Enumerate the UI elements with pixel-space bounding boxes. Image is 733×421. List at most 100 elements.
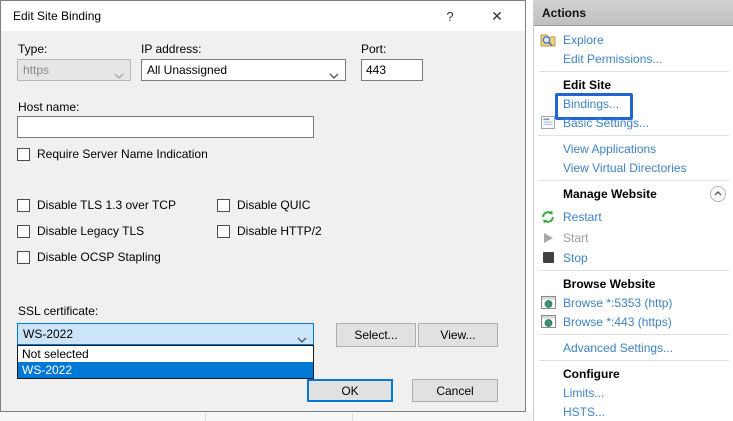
restart-icon <box>540 209 556 225</box>
action-edit-permissions[interactable]: Edit Permissions... <box>534 49 733 68</box>
separator <box>538 180 729 181</box>
ok-button[interactable]: OK <box>307 379 393 402</box>
host-name-input[interactable] <box>17 116 314 138</box>
group-header-label: Configure <box>563 367 620 381</box>
basic-settings-icon <box>540 115 556 131</box>
select-button[interactable]: Select... <box>336 323 416 347</box>
action-view-virtual-directories[interactable]: View Virtual Directories <box>534 158 733 177</box>
disable-http2-checkbox[interactable] <box>217 225 230 238</box>
action-bindings[interactable]: Bindings... <box>534 94 733 113</box>
manage-website-group-header: Manage Website <box>534 184 733 203</box>
disable-quic-label: Disable QUIC <box>237 198 310 212</box>
dropdown-option-ws-2022[interactable]: WS-2022 <box>18 362 313 378</box>
disable-quic-checkbox[interactable] <box>217 199 230 212</box>
browse-website-icon <box>540 295 556 311</box>
type-value: https <box>23 63 49 77</box>
ip-address-value: All Unassigned <box>147 63 227 77</box>
disable-tls13-checkbox[interactable] <box>17 199 30 212</box>
action-label: Limits... <box>563 386 604 400</box>
require-sni-label: Require Server Name Indication <box>37 147 208 161</box>
edit-site-group-header: Edit Site <box>534 75 733 94</box>
ip-address-label: IP address: <box>141 42 201 56</box>
host-name-label: Host name: <box>18 100 79 114</box>
action-restart[interactable]: Restart <box>534 207 733 226</box>
separator <box>538 334 729 335</box>
ssl-certificate-value: WS-2022 <box>23 327 73 341</box>
require-sni-checkbox[interactable] <box>17 148 30 161</box>
actions-panel: Actions Explore Edit Permissions... Edit… <box>533 0 733 421</box>
action-browse-http[interactable]: Browse *:5353 (http) <box>534 293 733 312</box>
cancel-button[interactable]: Cancel <box>412 379 498 402</box>
disable-quic-checkbox-row: Disable QUIC <box>217 198 310 212</box>
start-icon <box>540 230 556 246</box>
action-stop[interactable]: Stop <box>534 248 733 267</box>
background-listview-strip <box>0 412 533 421</box>
action-view-applications[interactable]: View Applications <box>534 139 733 158</box>
action-label: Restart <box>563 210 602 224</box>
chevron-down-icon[interactable] <box>297 332 307 346</box>
collapse-chevron-icon[interactable] <box>710 186 726 202</box>
action-label: Stop <box>563 251 588 265</box>
action-label: HSTS... <box>563 405 605 419</box>
group-header-label: Manage Website <box>563 187 657 201</box>
browse-website-group-header: Browse Website <box>534 274 733 293</box>
close-icon[interactable]: ✕ <box>477 1 517 31</box>
screenshot-root: Edit Site Binding ? ✕ Type: IP address: … <box>0 0 733 421</box>
separator <box>538 270 729 271</box>
disable-tls13-checkbox-row: Disable TLS 1.3 over TCP <box>17 198 176 212</box>
disable-ocsp-checkbox[interactable] <box>17 251 30 264</box>
separator <box>538 135 729 136</box>
action-label: Advanced Settings... <box>563 341 673 355</box>
dialog-titlebar: Edit Site Binding ? ✕ <box>1 1 525 31</box>
require-sni-checkbox-row: Require Server Name Indication <box>17 147 208 161</box>
action-basic-settings[interactable]: Basic Settings... <box>534 113 733 132</box>
column-divider <box>352 413 353 421</box>
browse-website-icon <box>540 314 556 330</box>
action-limits[interactable]: Limits... <box>534 383 733 402</box>
group-header-label: Browse Website <box>563 277 655 291</box>
view-button[interactable]: View... <box>418 323 498 347</box>
action-label: Start <box>563 231 588 245</box>
action-hsts[interactable]: HSTS... <box>534 402 733 421</box>
edit-site-binding-dialog: Edit Site Binding ? ✕ Type: IP address: … <box>0 0 526 412</box>
action-label: Edit Permissions... <box>563 52 662 66</box>
action-label: Browse *:443 (https) <box>563 315 672 329</box>
action-label: View Virtual Directories <box>563 161 687 175</box>
dropdown-option-not-selected[interactable]: Not selected <box>18 346 313 362</box>
disable-http2-label: Disable HTTP/2 <box>237 224 322 238</box>
column-divider <box>205 413 206 421</box>
ssl-certificate-label: SSL certificate: <box>18 304 98 318</box>
type-label: Type: <box>18 42 47 56</box>
action-browse-https[interactable]: Browse *:443 (https) <box>534 312 733 331</box>
action-label: Basic Settings... <box>563 116 649 130</box>
explore-icon <box>540 32 556 48</box>
ssl-certificate-dropdown-list: Not selected WS-2022 <box>17 345 314 379</box>
disable-legacy-tls-checkbox-row: Disable Legacy TLS <box>17 224 144 238</box>
disable-ocsp-label: Disable OCSP Stapling <box>37 250 161 264</box>
chevron-down-icon[interactable] <box>329 68 339 82</box>
action-advanced-settings[interactable]: Advanced Settings... <box>534 338 733 357</box>
dialog-title: Edit Site Binding <box>13 9 101 23</box>
configure-group-header: Configure <box>534 364 733 383</box>
disable-http2-checkbox-row: Disable HTTP/2 <box>217 224 322 238</box>
port-input[interactable] <box>361 59 423 81</box>
separator <box>538 71 729 72</box>
action-explore[interactable]: Explore <box>534 30 733 49</box>
type-combobox: https <box>17 59 131 81</box>
disable-legacy-tls-label: Disable Legacy TLS <box>37 224 144 238</box>
port-label: Port: <box>361 42 386 56</box>
disable-legacy-tls-checkbox[interactable] <box>17 225 30 238</box>
group-header-label: Edit Site <box>563 78 611 92</box>
disable-tls13-label: Disable TLS 1.3 over TCP <box>37 198 176 212</box>
help-button[interactable]: ? <box>430 1 470 31</box>
disable-ocsp-checkbox-row: Disable OCSP Stapling <box>17 250 161 264</box>
action-label: Explore <box>563 33 604 47</box>
separator <box>538 360 729 361</box>
chevron-down-icon <box>114 68 124 82</box>
action-label: Bindings... <box>563 97 619 111</box>
action-start: Start <box>534 228 733 247</box>
stop-icon <box>540 250 556 266</box>
ip-address-combobox[interactable]: All Unassigned <box>141 59 346 81</box>
ssl-certificate-combobox[interactable]: WS-2022 <box>17 323 314 345</box>
action-label: Browse *:5353 (http) <box>563 296 672 310</box>
